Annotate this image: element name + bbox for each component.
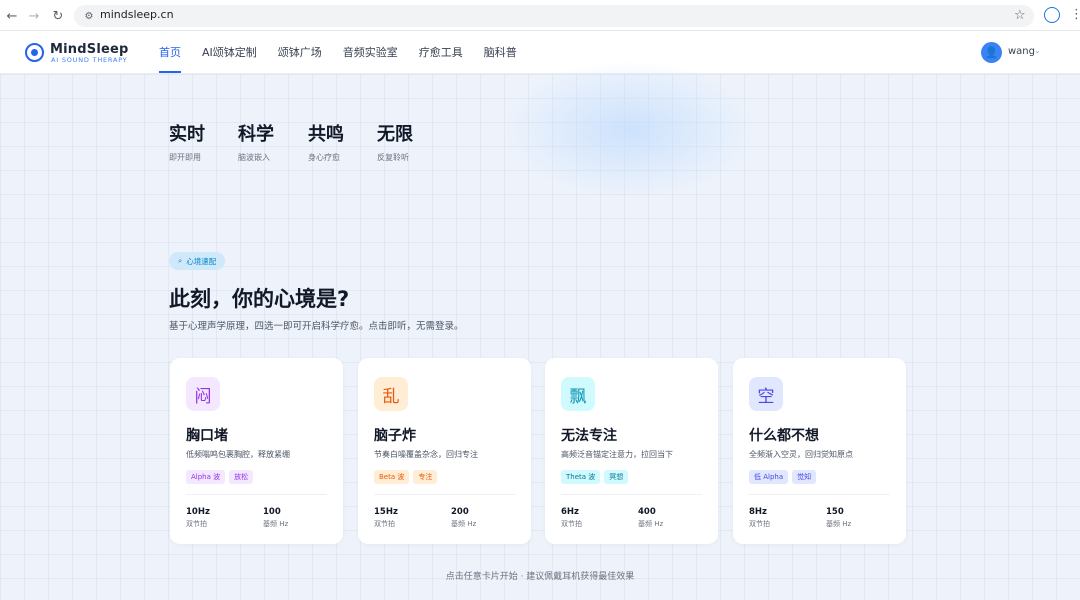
divider bbox=[561, 494, 702, 495]
metric-base: 150 基频 Hz bbox=[826, 507, 851, 529]
card-title: 脑子炸 bbox=[374, 428, 416, 444]
reload-icon[interactable]: ↻ bbox=[46, 4, 70, 28]
section-subline: 基于心理声学原理，四选一即可开启科学疗愈。点击即听，无需登录。 bbox=[169, 321, 464, 332]
section-chip: ⌕ 心境速配 bbox=[169, 252, 226, 270]
metric-label: 双节拍 bbox=[561, 520, 582, 528]
metric-label: 基频 Hz bbox=[638, 520, 664, 528]
metric-value: 100 bbox=[263, 507, 281, 517]
back-arrow-icon[interactable]: ← bbox=[0, 4, 24, 28]
card-description: 节奏白噪覆盖杂念，回归专注 bbox=[374, 450, 478, 459]
tag-effect: 放松 bbox=[229, 470, 254, 484]
stat-sub: 身心疗愈 bbox=[308, 153, 340, 162]
main-nav: 首页 AI颂钵定制 颂钵广场 音频实验室 疗愈工具 脑科普 bbox=[159, 31, 538, 74]
background-glow bbox=[500, 60, 760, 200]
metric-label: 基频 Hz bbox=[826, 520, 852, 528]
mood-card-brain-overload[interactable]: 乱 脑子炸 节奏白噪覆盖杂念，回归专注 Beta 波 专注 15Hz 双节拍 2… bbox=[358, 358, 531, 544]
metric-value: 10Hz bbox=[186, 507, 210, 517]
card-title: 什么都不想 bbox=[749, 428, 819, 444]
bookmark-star-icon[interactable]: ☆ bbox=[1014, 8, 1026, 23]
tag-effect: 觉知 bbox=[792, 470, 817, 484]
forward-arrow-icon[interactable]: → bbox=[22, 4, 46, 28]
metric-base: 200 基频 Hz bbox=[451, 507, 476, 529]
browser-profile-icon[interactable] bbox=[1044, 7, 1060, 23]
logo-subtitle: AI SOUND THERAPY bbox=[51, 56, 128, 64]
metric-value: 15Hz bbox=[374, 507, 398, 517]
tag-wave: Alpha 波 bbox=[186, 470, 226, 484]
browser-toolbar: ← → ↻ ⚙ mindsleep.cn ☆ ⋮ bbox=[0, 0, 1080, 31]
site-info-icon[interactable]: ⚙ bbox=[82, 9, 96, 23]
metric-value: 200 bbox=[451, 507, 469, 517]
logo-icon[interactable] bbox=[25, 43, 44, 62]
stat-title: 无限 bbox=[377, 124, 413, 145]
stat-unlimited: 无限 反复聆听 bbox=[377, 120, 413, 163]
stat-sub: 即开即用 bbox=[169, 153, 201, 162]
stat-title: 科学 bbox=[238, 124, 274, 145]
search-icon: ⌕ bbox=[178, 256, 183, 265]
stat-science: 科学 脑波嵌入 bbox=[238, 120, 274, 163]
footer-hint: 点击任意卡片开始 · 建议佩戴耳机获得最佳效果 bbox=[445, 572, 635, 582]
metric-beat: 6Hz 双节拍 bbox=[561, 507, 582, 529]
mood-icon-stuffy: 闷 bbox=[186, 377, 220, 411]
mood-card-empty-mind[interactable]: 空 什么都不想 全频渐入空灵，回归觉知原点 低 Alpha 觉知 8Hz 双节拍… bbox=[733, 358, 906, 544]
metric-value: 8Hz bbox=[749, 507, 767, 517]
card-tags: 低 Alpha 觉知 bbox=[749, 470, 817, 484]
metric-label: 双节拍 bbox=[374, 520, 395, 528]
url-text[interactable]: mindsleep.cn bbox=[100, 8, 174, 21]
nav-item-audio-lab[interactable]: 音频实验室 bbox=[343, 31, 398, 74]
metric-value: 400 bbox=[638, 507, 656, 517]
metric-base: 100 基频 Hz bbox=[263, 507, 288, 529]
metric-label: 基频 Hz bbox=[451, 520, 477, 528]
chevron-down-icon[interactable]: ⌄ bbox=[1034, 46, 1041, 55]
address-bar[interactable]: ⚙ mindsleep.cn ☆ bbox=[74, 5, 1034, 27]
tag-wave: 低 Alpha bbox=[749, 470, 789, 484]
app-header: MindSleep AI SOUND THERAPY 首页 AI颂钵定制 颂钵广… bbox=[0, 31, 1080, 74]
stat-sub: 反复聆听 bbox=[377, 153, 409, 162]
stat-title: 实时 bbox=[169, 124, 205, 145]
stat-title: 共鸣 bbox=[308, 124, 344, 145]
stat-resonance: 共鸣 身心疗愈 bbox=[308, 120, 344, 163]
card-title: 无法专注 bbox=[561, 428, 617, 444]
divider bbox=[374, 494, 515, 495]
metric-value: 6Hz bbox=[561, 507, 579, 517]
metric-value: 150 bbox=[826, 507, 844, 517]
chip-label: 心境速配 bbox=[186, 256, 217, 266]
card-title: 胸口堵 bbox=[186, 428, 228, 444]
mood-icon-chaos: 乱 bbox=[374, 377, 408, 411]
logo-title[interactable]: MindSleep bbox=[50, 42, 129, 57]
stat-sub: 脑波嵌入 bbox=[238, 153, 270, 162]
metric-label: 双节拍 bbox=[186, 520, 207, 528]
tag-wave: Beta 波 bbox=[374, 470, 410, 484]
card-tags: Theta 波 冥想 bbox=[561, 470, 629, 484]
stat-realtime: 实时 即开即用 bbox=[169, 120, 205, 163]
tag-effect: 冥想 bbox=[604, 470, 629, 484]
divider bbox=[749, 494, 890, 495]
nav-item-bowl-square[interactable]: 颂钵广场 bbox=[278, 31, 322, 74]
metric-label: 基频 Hz bbox=[263, 520, 289, 528]
section-headline: 此刻，你的心境是? bbox=[169, 287, 350, 311]
card-description: 低频嗡鸣包裹胸腔，释放紧绷 bbox=[186, 450, 290, 459]
mood-card-chest-tight[interactable]: 闷 胸口堵 低频嗡鸣包裹胸腔，释放紧绷 Alpha 波 放松 10Hz 双节拍 … bbox=[170, 358, 343, 544]
metric-base: 400 基频 Hz bbox=[638, 507, 663, 529]
mood-card-unfocused[interactable]: 飘 无法专注 高频泛音锚定注意力，拉回当下 Theta 波 冥想 6Hz 双节拍… bbox=[545, 358, 718, 544]
user-avatar-icon[interactable]: 👤 bbox=[981, 42, 1002, 63]
card-tags: Beta 波 专注 bbox=[374, 470, 438, 484]
metric-beat: 8Hz 双节拍 bbox=[749, 507, 770, 529]
metric-beat: 15Hz 双节拍 bbox=[374, 507, 398, 529]
browser-menu-icon[interactable]: ⋮ bbox=[1070, 6, 1080, 24]
metric-label: 双节拍 bbox=[749, 520, 770, 528]
divider bbox=[186, 494, 327, 495]
nav-item-ai-bowl[interactable]: AI颂钵定制 bbox=[202, 31, 257, 74]
metric-beat: 10Hz 双节拍 bbox=[186, 507, 210, 529]
mood-icon-drifting: 飘 bbox=[561, 377, 595, 411]
card-description: 高频泛音锚定注意力，拉回当下 bbox=[561, 450, 673, 459]
nav-item-healing-tools[interactable]: 疗愈工具 bbox=[419, 31, 463, 74]
nav-item-home[interactable]: 首页 bbox=[159, 31, 181, 74]
card-description: 全频渐入空灵，回归觉知原点 bbox=[749, 450, 853, 459]
tag-wave: Theta 波 bbox=[561, 470, 601, 484]
card-tags: Alpha 波 放松 bbox=[186, 470, 254, 484]
user-name[interactable]: wang bbox=[1008, 46, 1035, 57]
tag-effect: 专注 bbox=[413, 470, 438, 484]
mood-icon-void: 空 bbox=[749, 377, 783, 411]
nav-item-brain-science[interactable]: 脑科普 bbox=[484, 31, 517, 74]
